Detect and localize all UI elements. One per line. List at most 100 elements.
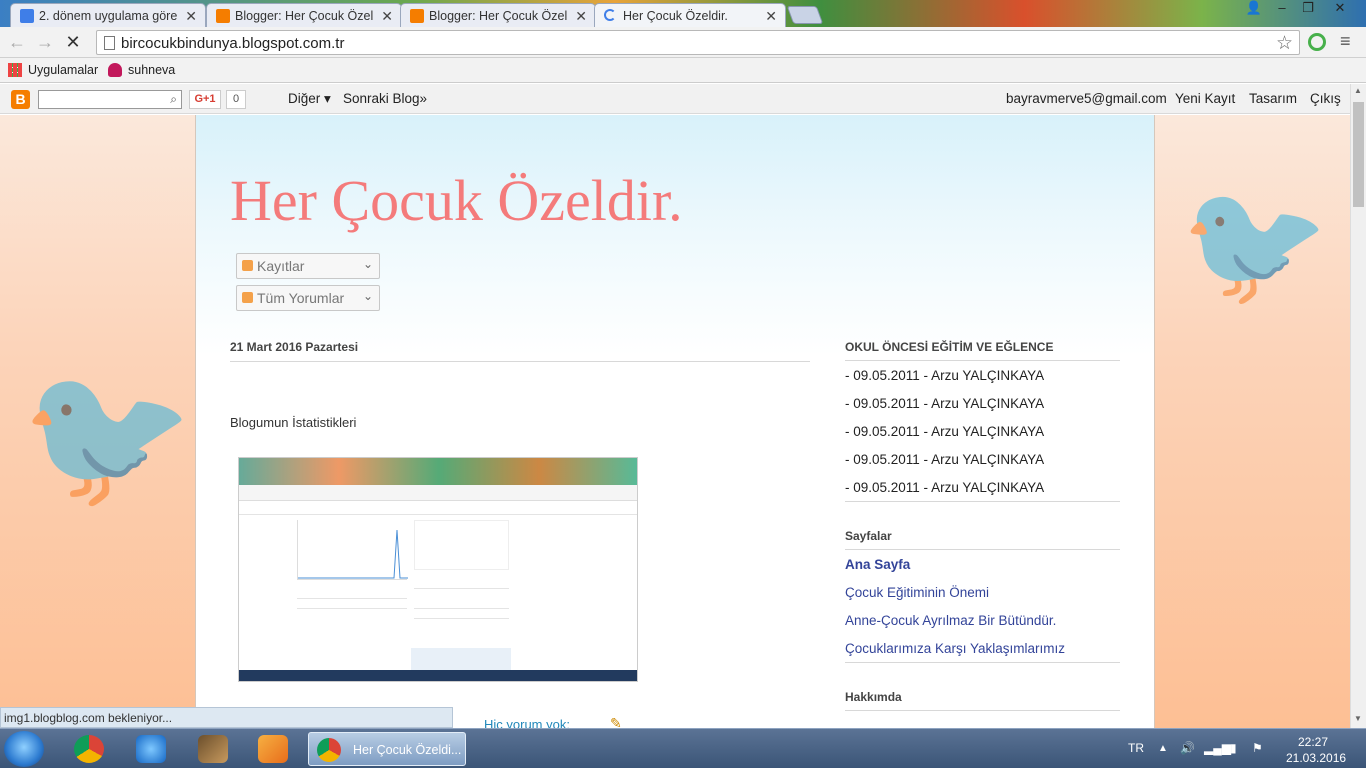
sidebar-link-item[interactable]: - 09.05.2011 - Arzu YALÇINKAYA [845,480,1044,495]
minimize-button[interactable]: ‒ [1268,0,1296,18]
screenshot-chart [297,520,408,580]
bookmark-apps[interactable]: Uygulamalar [8,63,98,77]
sidebar-divider [845,501,1120,502]
screenshot-map [411,648,511,670]
post-image[interactable] [238,457,638,682]
scroll-up-arrow-icon[interactable]: ▲ [1354,86,1362,95]
forward-icon[interactable]: → [34,32,56,54]
start-button[interactable] [4,731,44,767]
tab-2[interactable]: Blogger: Her Çocuk Özel ✕ [206,3,402,27]
taskbar-window-label: Her Çocuk Özeldi... [353,743,462,757]
screenshot-divider [414,618,509,619]
loading-icon [604,9,616,21]
url-text[interactable]: bircocukbindunya.blogspot.com.tr [121,35,344,52]
tab-title: Her Çocuk Özeldir. [623,9,728,23]
close-icon[interactable]: ✕ [765,8,777,25]
chrome-taskbar-icon[interactable] [74,735,104,763]
chevron-down-icon: ⌄ [362,289,373,303]
screenshot-divider [414,608,509,609]
feed-label: Tüm Yorumlar [257,290,345,306]
search-icon[interactable]: ⌕ [170,92,177,107]
restore-button[interactable]: ❐ [1294,0,1322,18]
chrome-icon [317,738,341,762]
about-section-title: Hakkımda [845,690,1120,711]
next-blog-link[interactable]: Sonraki Blog» [343,91,427,106]
battery-icon[interactable]: ▮ [1230,741,1237,755]
volume-icon[interactable]: 🔊 [1180,741,1195,755]
screenshot-tabs [239,458,637,485]
tab-title: 2. dönem uygulama göre [39,9,178,23]
sidebar-link-item[interactable]: - 09.05.2011 - Arzu YALÇINKAYA [845,452,1044,467]
address-bar[interactable]: bircocukbindunya.blogspot.com.tr ☆ [96,30,1300,55]
pages-section-title: Sayfalar [845,529,1120,550]
page-link[interactable]: Çocuk Eğitiminin Önemi [845,585,989,600]
bookmark-suhneva[interactable]: suhneva [108,63,175,77]
user-email[interactable]: bayravmerve5@gmail.com [1006,91,1167,106]
page-scrollbar[interactable]: ▲ ▼ [1350,84,1366,728]
feed-dropdown-comments[interactable]: Tüm Yorumlar ⌄ [236,285,380,311]
blog-content: Her Çocuk Özeldir. Kayıtlar ⌄ Tüm Yoruml… [195,115,1155,732]
close-window-button[interactable]: ✕ [1326,0,1354,18]
feed-dropdown-posts[interactable]: Kayıtlar ⌄ [236,253,380,279]
taskbar-active-window[interactable]: Her Çocuk Özeldi... [308,732,466,766]
blog-search-input[interactable]: ⌕ [38,90,182,109]
chrome-menu-icon[interactable]: ≡ [1340,31,1351,52]
clock-time[interactable]: 22:27 [1298,735,1328,749]
language-indicator[interactable]: TR [1128,741,1144,755]
screenshot-divider [239,514,637,515]
tab-4-active[interactable]: Her Çocuk Özeldir. ✕ [594,3,786,27]
close-icon[interactable]: ✕ [575,8,587,25]
network-icon[interactable]: ▂▄▆ [1204,741,1231,755]
more-menu[interactable]: Diğer ▾ [288,91,331,107]
hummingbird-decoration: 🐦 [20,357,195,514]
screenshot-divider [297,608,407,609]
gplus-count: 0 [226,90,246,109]
clock-date[interactable]: 21.03.2016 [1286,751,1346,765]
bookmarks-bar: Uygulamalar suhneva [0,58,1366,83]
sidebar-divider [845,662,1120,663]
stop-icon[interactable]: ✕ [62,32,84,54]
close-icon[interactable]: ✕ [381,8,393,25]
blogger-logo-icon[interactable]: B [11,90,30,109]
page-link[interactable]: Çocuklarımıza Karşı Yaklaşımlarımız [845,641,1065,656]
design-link[interactable]: Tasarım [1249,91,1297,106]
post-body-text: Blogumun İstatistikleri [230,415,357,430]
new-post-link[interactable]: Yeni Kayıt [1175,91,1235,106]
sidebar-section-title: OKUL ÖNCESİ EĞİTİM VE EĞLENCE [845,340,1120,361]
instagram-icon[interactable] [198,735,228,763]
screenshot-table [414,520,509,570]
bookmark-label: suhneva [128,63,176,77]
scroll-down-arrow-icon[interactable]: ▼ [1354,714,1362,723]
browser-tab-strip: 2. dönem uygulama göre ✕ Blogger: Her Ço… [0,0,1366,27]
close-icon[interactable]: ✕ [185,8,197,25]
sidebar-link-item[interactable]: - 09.05.2011 - Arzu YALÇINKAYA [845,424,1044,439]
extension-icon[interactable] [1308,33,1326,51]
back-icon[interactable]: ← [6,32,28,54]
media-player-icon[interactable] [258,735,288,763]
sidebar-link-item[interactable]: - 09.05.2011 - Arzu YALÇINKAYA [845,368,1044,383]
rss-icon [242,260,253,271]
browser-toolbar: ← → ✕ bircocukbindunya.blogspot.com.tr ☆… [0,27,1366,58]
user-icon[interactable]: 👤 [1240,0,1268,18]
tab-3[interactable]: Blogger: Her Çocuk Özel ✕ [400,3,596,27]
bookmark-star-icon[interactable]: ☆ [1276,32,1293,55]
screenshot-toolbar [239,485,637,501]
screenshot-divider [414,588,509,589]
chevron-down-icon: ⌄ [362,257,373,271]
hummingbird-decoration: 🐦 [1180,177,1330,311]
action-center-flag-icon[interactable]: ⚑ [1252,741,1263,755]
gplus-button[interactable]: G+1 [189,90,221,109]
windows-taskbar: Her Çocuk Özeldi... TR ▲ 🔊 ▂▄▆ ▮ ⚑ 22:27… [0,728,1366,768]
blog-title[interactable]: Her Çocuk Özeldir. [230,167,683,234]
tab-1[interactable]: 2. dönem uygulama göre ✕ [10,3,206,27]
logout-link[interactable]: Çıkış [1310,91,1341,106]
tray-expand-icon[interactable]: ▲ [1158,743,1168,754]
internet-explorer-icon[interactable] [136,735,166,763]
new-tab-button[interactable] [786,6,824,24]
page-icon [104,36,115,50]
blogger-icon [216,9,230,23]
sidebar-link-item[interactable]: - 09.05.2011 - Arzu YALÇINKAYA [845,396,1044,411]
page-link-home[interactable]: Ana Sayfa [845,557,910,572]
scroll-thumb[interactable] [1353,102,1364,207]
page-link[interactable]: Anne-Çocuk Ayrılmaz Bir Bütündür. [845,613,1056,628]
